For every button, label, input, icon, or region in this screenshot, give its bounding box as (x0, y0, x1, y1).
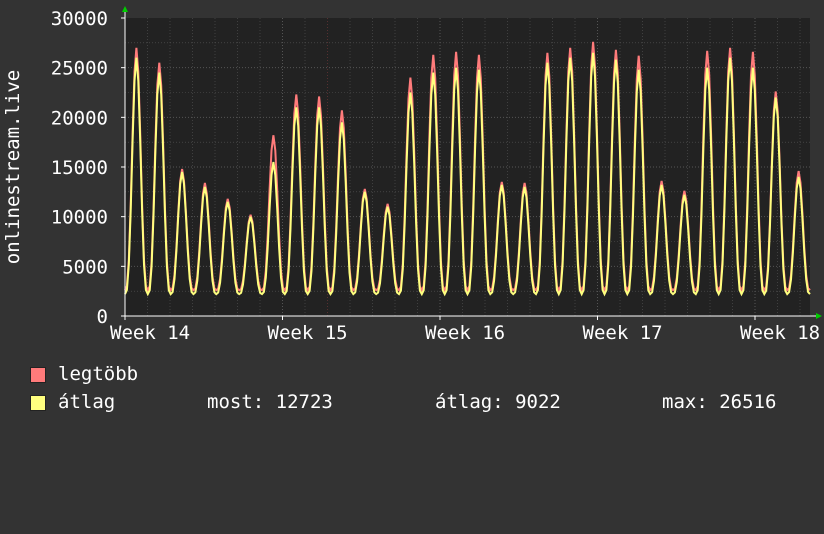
x-tick-label: Week 14 (110, 322, 190, 344)
legend-row-max: legtöbb (30, 362, 138, 386)
x-axis-ticks: Week 14 Week 15 Week 16 Week 17 Week 18 (110, 316, 820, 344)
max-series-label: legtöbb (58, 363, 139, 385)
y-tick-label: 20000 (51, 107, 108, 129)
traffic-chart: 050001000015000200002500030000 Week 14 We… (2, 6, 822, 344)
x-tick-label: Week 18 (740, 322, 820, 344)
x-axis-arrow (816, 313, 822, 319)
y-axis-arrow (122, 6, 128, 12)
y-tick-label: 15000 (51, 157, 108, 179)
y-tick-label: 30000 (51, 8, 108, 30)
max-series-swatch (30, 367, 46, 383)
average-value: átlag: 9022 (435, 391, 561, 413)
maximum-value: max: 26516 (662, 391, 777, 413)
x-tick-label: Week 16 (425, 322, 505, 344)
y-tick-label: 0 (97, 306, 108, 328)
avg-series-swatch (30, 395, 46, 411)
avg-series-label: átlag (58, 391, 116, 413)
y-axis-label: onlinestream.live (2, 70, 24, 264)
x-tick-label: Week 17 (583, 322, 663, 344)
legend-row-avg: átlag most: 12723 átlag: 9022 max: 26516 (30, 390, 820, 414)
y-axis-ticks: 0 5000 10000 15000 20000 25000 30000 (51, 8, 125, 328)
x-tick-label: Week 15 (268, 322, 348, 344)
y-tick-label: 5000 (62, 256, 108, 278)
current-value: most: 12723 (207, 391, 333, 413)
y-tick-label: 10000 (51, 207, 108, 229)
y-tick-label: 25000 (51, 58, 108, 80)
